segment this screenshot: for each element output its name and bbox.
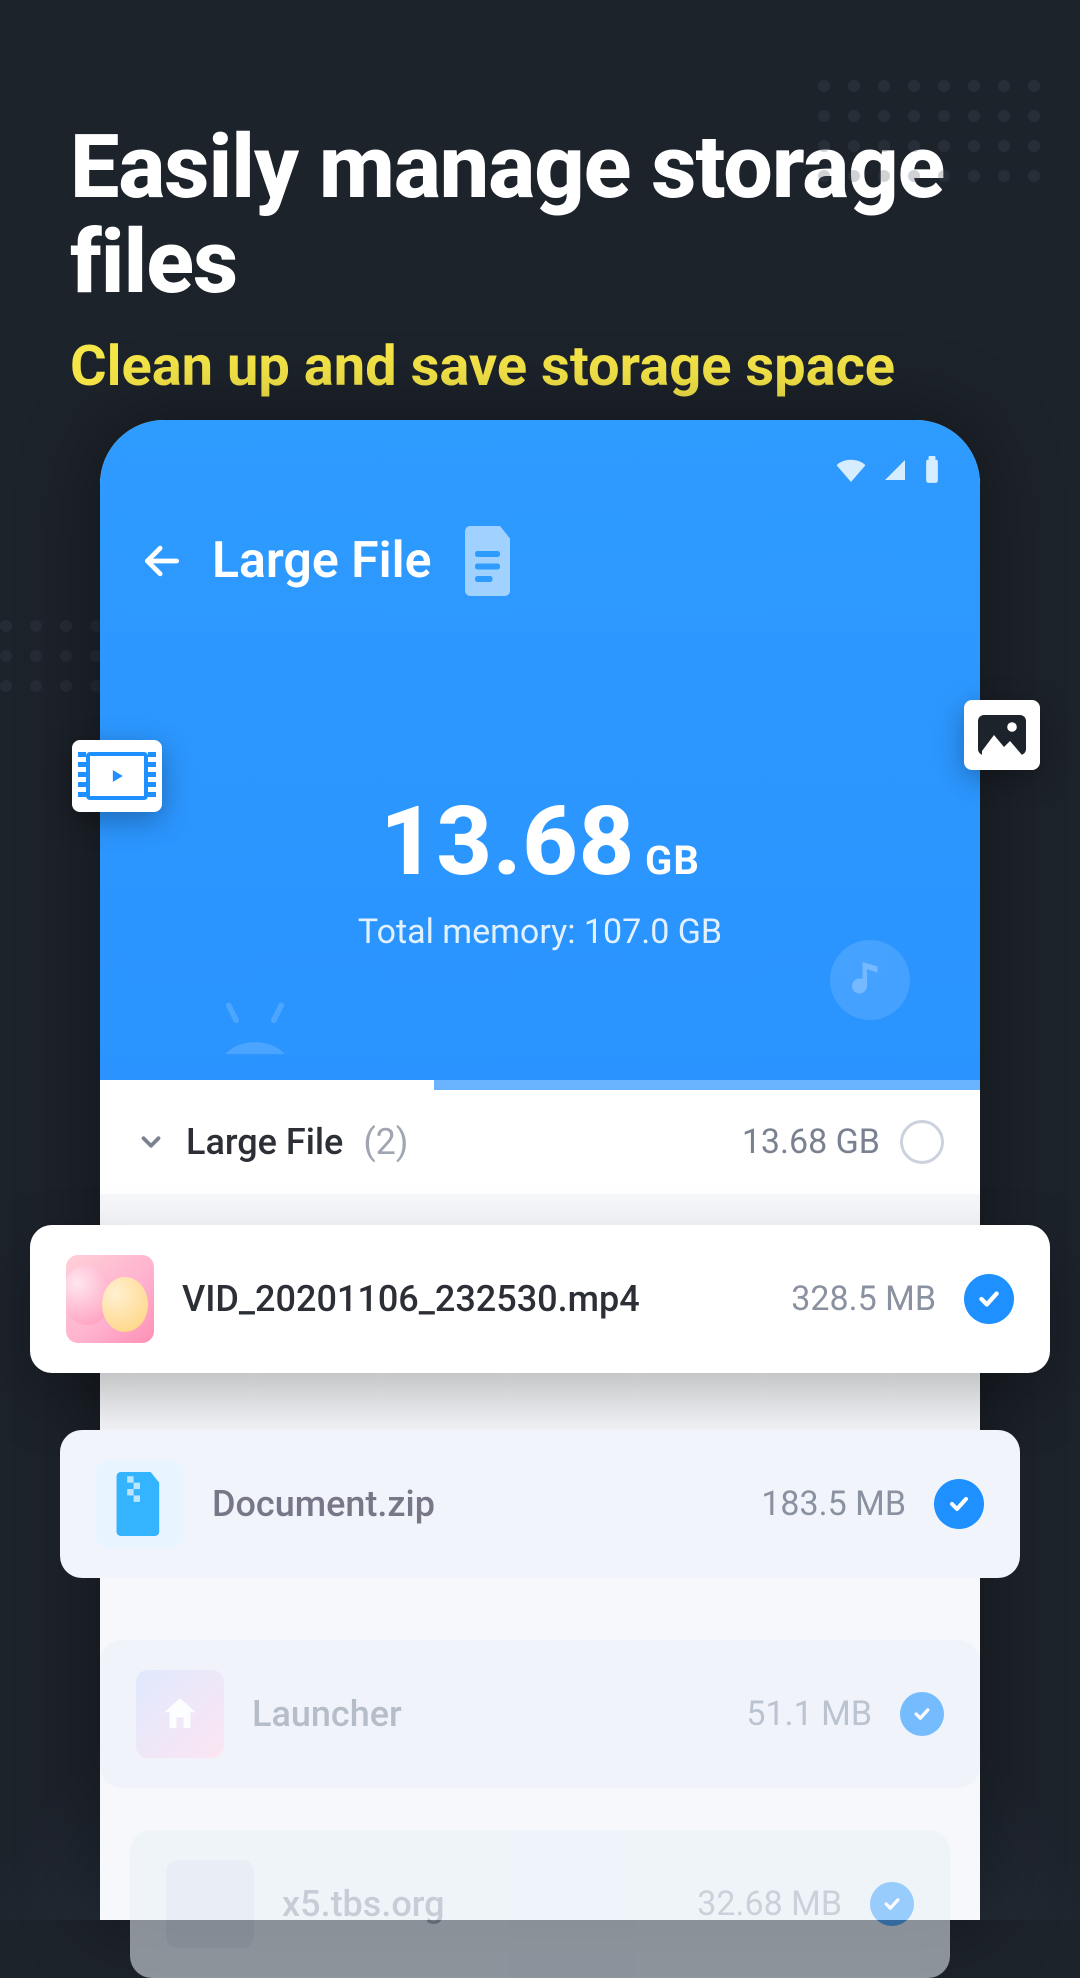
image-icon [964,700,1040,770]
section-label: Large File [186,1121,343,1163]
selected-checkbox[interactable] [900,1692,944,1736]
chevron-down-icon [136,1127,166,1157]
app-header: Large File 13.68 GB Total memory: 107.0 … [100,420,980,1090]
music-icon [830,940,910,1020]
film-icon [72,740,162,812]
decorative-dots [818,80,1040,182]
section-count: (2) [363,1121,408,1163]
progress-fill [100,1080,434,1090]
zip-icon [96,1460,184,1548]
file-row[interactable]: Launcher 51.1 MB [100,1640,980,1788]
file-icon [166,1860,254,1948]
stat-unit: GB [645,837,700,884]
select-all-checkbox[interactable] [900,1120,944,1164]
screen-title: Large File [212,532,432,590]
document-icon [460,526,520,596]
file-name: Document.zip [212,1483,733,1525]
section-size: 13.68 GB [742,1122,880,1162]
file-size: 328.5 MB [791,1279,936,1319]
android-icon [210,996,300,1060]
selected-checkbox[interactable] [934,1479,984,1529]
file-row[interactable]: VID_20201106_232530.mp4 328.5 MB [30,1225,1050,1373]
wifi-icon [836,458,866,482]
file-name: x5.tbs.org [282,1883,669,1925]
file-size: 32.68 MB [697,1884,842,1924]
hero-subtitle: Clean up and save storage space [70,334,1010,398]
selected-checkbox[interactable] [870,1882,914,1926]
file-name: Launcher [252,1693,718,1735]
file-size: 51.1 MB [746,1694,872,1734]
file-size: 183.5 MB [761,1484,906,1524]
app-bar: Large File [140,526,940,596]
stat-subtext: Total memory: 107.0 GB [140,912,940,952]
back-arrow-icon[interactable] [140,539,184,583]
video-thumbnail [66,1255,154,1343]
app-icon [136,1670,224,1758]
file-row[interactable]: Document.zip 183.5 MB [60,1430,1020,1578]
file-name: VID_20201106_232530.mp4 [182,1278,763,1320]
stat-value: 13.68 [380,786,635,898]
selected-checkbox[interactable] [964,1274,1014,1324]
section-header[interactable]: Large File (2) 13.68 GB [100,1090,980,1194]
battery-icon [924,456,940,484]
progress-bar [100,1080,980,1090]
storage-stat: 13.68 GB Total memory: 107.0 GB [140,786,940,952]
status-bar [140,450,940,490]
hero: Easily manage storage files Clean up and… [0,0,1080,458]
signal-icon [882,458,908,482]
file-row[interactable]: x5.tbs.org 32.68 MB [130,1830,950,1978]
